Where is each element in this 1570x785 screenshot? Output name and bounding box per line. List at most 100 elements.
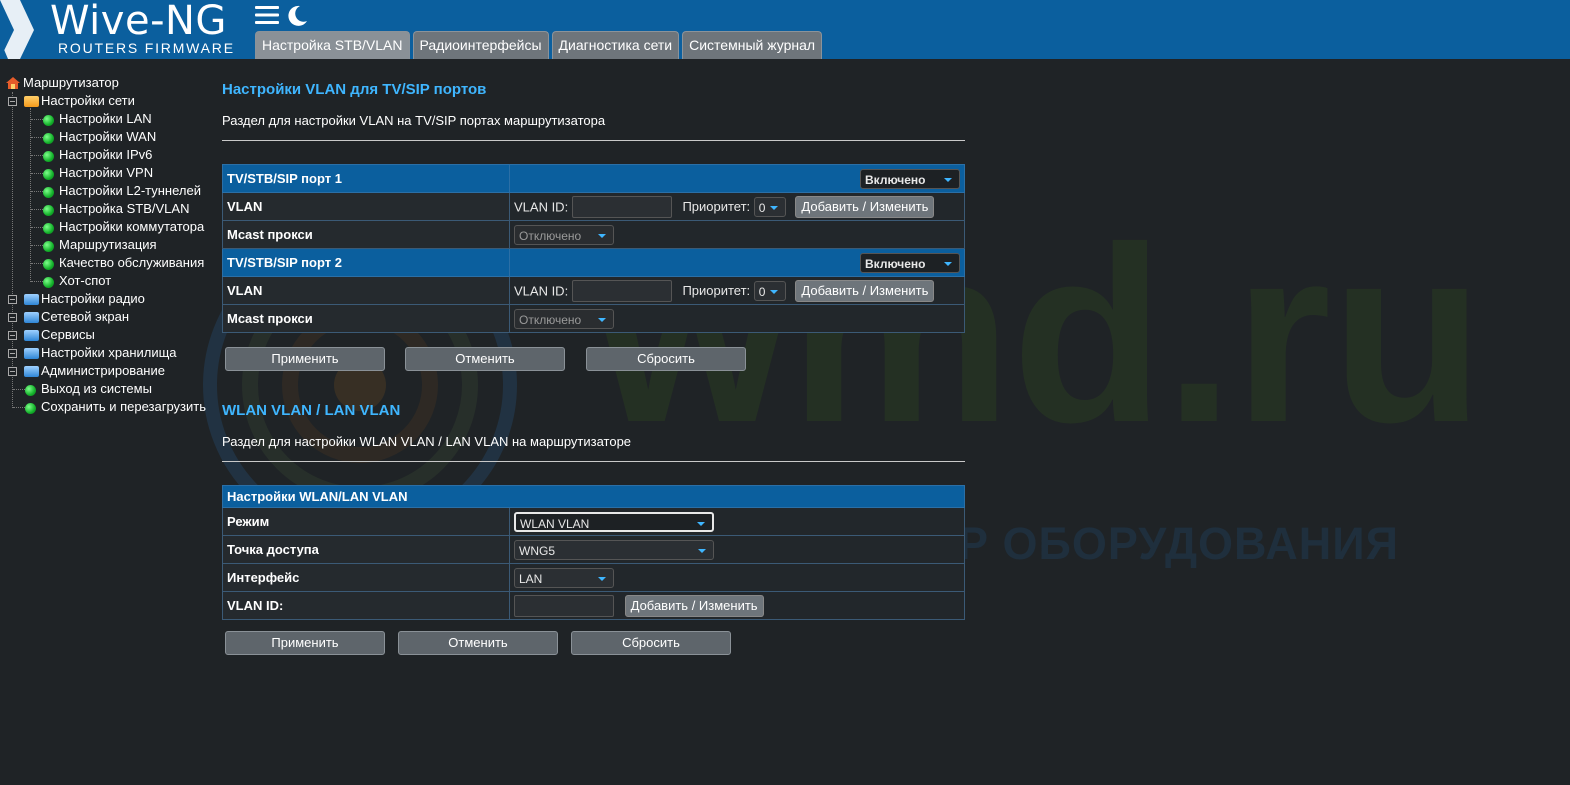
- wlan-iface-select[interactable]: LAN: [514, 567, 614, 588]
- page-bullet-icon: [25, 385, 36, 396]
- port1-vlan-id-input[interactable]: [571, 195, 672, 218]
- tab-bar: Настройка STB/VLAN Радиоинтерфейсы Диагн…: [255, 31, 823, 59]
- port2-vlan-cell: VLAN ID: Приоритет: 0 Добавить / Изменит…: [509, 276, 965, 305]
- logo-subtitle: ROUTERS FIRMWARE: [58, 40, 235, 56]
- vlan-id-label: VLAN ID:: [514, 199, 569, 214]
- wlan-section-description: Раздел для настройки WLAN VLAN / LAN VLA…: [222, 434, 632, 449]
- page-bullet-icon: [43, 259, 54, 270]
- port2-priority-select[interactable]: 0: [753, 280, 786, 301]
- port2-header-label: TV/STB/SIP порт 2: [222, 248, 510, 277]
- wlan-iface-row: Интерфейс LAN: [222, 563, 965, 592]
- port1-mcast-row: Mcast прокси Отключено: [222, 220, 965, 249]
- port2-add-change-button[interactable]: Добавить / Изменить: [795, 279, 935, 302]
- wlan-add-change-button[interactable]: Добавить / Изменить: [624, 594, 764, 617]
- tree-label: Администрирование: [41, 363, 165, 378]
- port1-priority-select[interactable]: 0: [753, 196, 786, 217]
- wlan-ap-select[interactable]: WNG5: [514, 539, 714, 560]
- folder-icon: [24, 312, 39, 323]
- expand-toggle-icon[interactable]: [8, 331, 17, 340]
- moon-icon[interactable]: [285, 4, 309, 28]
- tree-label: Настройки коммутатора: [59, 219, 205, 234]
- wlan-cancel-button[interactable]: Отменить: [398, 631, 558, 655]
- divider: [222, 461, 965, 462]
- port2-vlan-label: VLAN: [222, 276, 510, 305]
- port1-header-cell: Включено: [509, 164, 965, 193]
- logo-mark-icon: [0, 0, 34, 59]
- tab-stb-vlan[interactable]: Настройка STB/VLAN: [255, 31, 410, 59]
- port1-vlan-cell: VLAN ID: Приоритет: 0 Добавить / Изменит…: [509, 192, 965, 221]
- tree-label: Настройка STB/VLAN: [59, 201, 190, 216]
- menu-icon[interactable]: [255, 4, 279, 26]
- tree-label: Настройки WAN: [59, 129, 157, 144]
- port1-header-label: TV/STB/SIP порт 1: [222, 164, 510, 193]
- logo-title: Wive-NG: [50, 0, 227, 44]
- port1-mcast-select[interactable]: Отключено: [514, 224, 614, 245]
- tab-network-diagnostics[interactable]: Диагностика сети: [551, 31, 680, 59]
- wlan-header-row: Настройки WLAN/LAN VLAN: [222, 485, 965, 508]
- tree-label: Сервисы: [41, 327, 95, 342]
- wlan-mode-label: Режим: [222, 507, 510, 536]
- port2-vlan-id-input[interactable]: [571, 279, 672, 302]
- wlan-mode-cell: WLAN VLAN: [509, 507, 965, 536]
- wlan-apply-button[interactable]: Применить: [225, 631, 385, 655]
- priority-label: Приоритет:: [682, 283, 751, 298]
- priority-label: Приоритет:: [682, 199, 751, 214]
- vlan-section-title: Настройки VLAN для TV/SIP портов: [222, 81, 487, 98]
- wlan-vlan-id-row: VLAN ID: Добавить / Изменить: [222, 591, 965, 620]
- tree-label: Настройки LAN: [59, 111, 152, 126]
- wlan-vlan-id-cell: Добавить / Изменить: [509, 591, 965, 620]
- folder-icon: [24, 330, 39, 341]
- port1-state-select[interactable]: Включено: [860, 168, 960, 189]
- port2-vlan-row: VLAN VLAN ID: Приоритет: 0 Добавить / Из…: [222, 276, 965, 305]
- wlan-reset-button[interactable]: Сбросить: [571, 631, 731, 655]
- port1-vlan-row: VLAN VLAN ID: Приоритет: 0 Добавить / Из…: [222, 192, 965, 221]
- page-bullet-icon: [43, 241, 54, 252]
- tab-radio-interfaces[interactable]: Радиоинтерфейсы: [412, 31, 549, 59]
- tree-label: Настройки L2-туннелей: [59, 183, 201, 198]
- tree-label: Хот-спот: [59, 273, 112, 288]
- tree-label: Выход из системы: [41, 381, 152, 396]
- port1-mcast-label: Mcast прокси: [222, 220, 510, 249]
- tree-label: Маршрутизатор: [23, 75, 119, 90]
- wlan-vlan-id-input[interactable]: [514, 594, 614, 617]
- port1-vlan-label: VLAN: [222, 192, 510, 221]
- wlan-iface-cell: LAN: [509, 563, 965, 592]
- expand-toggle-icon[interactable]: [8, 367, 17, 376]
- expand-toggle-icon[interactable]: [8, 349, 17, 358]
- port1-header-row: TV/STB/SIP порт 1 Включено: [222, 164, 965, 193]
- tree-label: Настройки хранилища: [41, 345, 177, 360]
- wlan-mode-row: Режим WLAN VLAN: [222, 507, 965, 536]
- tab-system-log[interactable]: Системный журнал: [682, 31, 823, 59]
- top-header: Wive-NG ROUTERS FIRMWARE Настройка STB/V…: [0, 0, 1570, 59]
- wlan-table-header: Настройки WLAN/LAN VLAN: [222, 485, 965, 508]
- port2-mcast-select[interactable]: Отключено: [514, 308, 614, 329]
- port1-add-change-button[interactable]: Добавить / Изменить: [795, 195, 935, 218]
- router-home-icon: [6, 77, 20, 89]
- page-bullet-icon: [43, 277, 54, 288]
- wlan-mode-select[interactable]: WLAN VLAN: [514, 511, 714, 532]
- tree-label: Качество обслуживания: [59, 255, 205, 270]
- wlan-vlan-table: Настройки WLAN/LAN VLAN Режим WLAN VLAN …: [222, 485, 965, 620]
- tree-label: Настройки сети: [41, 93, 135, 108]
- folder-open-icon: [24, 96, 39, 107]
- wlan-section-title: WLAN VLAN / LAN VLAN: [222, 402, 401, 419]
- port2-mcast-cell: Отключено: [509, 304, 965, 333]
- tree-label: Настройки радио: [41, 291, 145, 306]
- vlan-apply-button[interactable]: Применить: [225, 347, 385, 371]
- vlan-id-label: VLAN ID:: [514, 283, 569, 298]
- page-bullet-icon: [43, 169, 54, 180]
- collapse-toggle-icon[interactable]: [8, 97, 17, 106]
- divider: [222, 140, 965, 141]
- wlan-iface-label: Интерфейс: [222, 563, 510, 592]
- expand-toggle-icon[interactable]: [8, 295, 17, 304]
- vlan-cancel-button[interactable]: Отменить: [405, 347, 565, 371]
- vlan-reset-button[interactable]: Сбросить: [586, 347, 746, 371]
- folder-icon: [24, 366, 39, 377]
- tree-label: Настройки IPv6: [59, 147, 153, 162]
- wlan-ap-row: Точка доступа WNG5: [222, 535, 965, 564]
- port2-mcast-label: Mcast прокси: [222, 304, 510, 333]
- expand-toggle-icon[interactable]: [8, 313, 17, 322]
- wlan-vlan-id-label: VLAN ID:: [222, 591, 510, 620]
- port2-state-select[interactable]: Включено: [860, 252, 960, 273]
- page-bullet-icon: [43, 151, 54, 162]
